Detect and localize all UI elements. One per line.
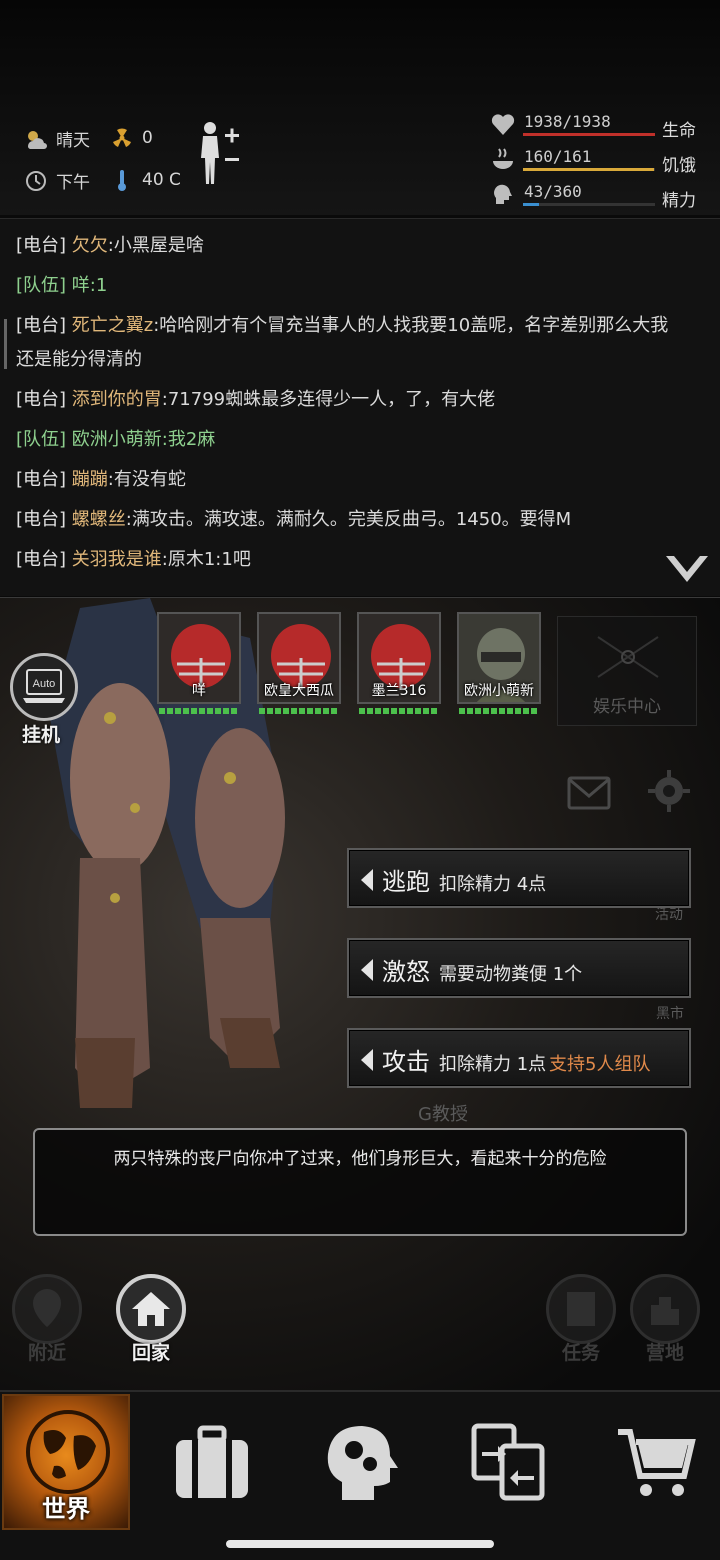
gear-icon[interactable]	[646, 768, 692, 814]
party-member[interactable]: 墨兰316	[357, 612, 441, 720]
camp-button[interactable]	[630, 1274, 700, 1344]
radiation-icon	[110, 126, 134, 150]
home-indicator[interactable]	[226, 1540, 494, 1548]
location-pin-icon	[33, 1289, 61, 1327]
battle-message-box: 两只特殊的丧尸向你冲了过来，他们身形巨大，看起来十分的危险	[33, 1128, 687, 1236]
vital-health: 1938/1938 生命	[490, 112, 705, 142]
tasks-button[interactable]	[546, 1274, 616, 1344]
party-member[interactable]: 欧皇大西瓜	[257, 612, 341, 720]
time-status: 下午	[24, 168, 90, 193]
weather-status: 晴天	[24, 126, 90, 151]
nearby-label: 附近	[27, 1342, 66, 1364]
health-bar	[523, 133, 655, 136]
go-home-label: 回家	[131, 1342, 170, 1364]
energy-head-icon	[494, 184, 512, 204]
radiation-status: 0	[110, 126, 153, 150]
svg-text:Auto: Auto	[33, 678, 56, 690]
camp-label: 营地	[645, 1342, 684, 1364]
backpack-suitcase-icon[interactable]	[170, 1420, 254, 1504]
party-member[interactable]: 欧洲小萌新	[457, 612, 541, 720]
energy-bar	[523, 203, 655, 206]
entertainment-icon	[597, 636, 659, 678]
task-list-icon	[567, 1292, 595, 1326]
chat-line: [电台] 添到你的胃:71799蜘蛛最多连得少一人，了，有大佬	[16, 389, 496, 410]
chat-line: [队伍] 欧洲小萌新:我2麻	[16, 429, 216, 450]
chat-collapse-chevron-icon[interactable]	[664, 552, 710, 586]
go-home-button[interactable]	[116, 1274, 186, 1344]
chat-line: [电台] 螺螺丝:满攻击。满攻速。满耐久。完美反曲弓。1450。要得M	[16, 509, 572, 530]
thermometer-icon	[110, 168, 134, 192]
enrage-button[interactable]: 激怒 需要动物粪便 1个	[347, 938, 691, 998]
battle-scene: Auto 挂机 咩 欧皇大西瓜 墨兰316 欧洲小萌新 娱乐中心 活动 黑市 G…	[0, 597, 720, 1390]
chat-line: [电台] 蹦蹦:有没有蛇	[16, 469, 186, 490]
mail-icon[interactable]	[567, 776, 611, 810]
tasks-label: 任务	[561, 1342, 600, 1364]
entertainment-center-button[interactable]: 娱乐中心	[557, 616, 697, 726]
attack-button[interactable]: 攻击 扣除精力 1点 支持5人组队	[347, 1028, 691, 1088]
party-member[interactable]: 咩	[157, 612, 241, 720]
clock-icon	[24, 169, 48, 193]
party-hp-bar	[359, 708, 439, 714]
bottom-nav: 世界	[0, 1390, 720, 1560]
left-arrow-icon	[361, 959, 373, 981]
chat-line: [电台] 死亡之翼z:哈哈刚才有个冒充当事人的人找我要10盖呢，名字差别那么大我…	[16, 315, 669, 370]
left-arrow-icon	[361, 869, 373, 891]
party-hp-bar	[259, 708, 339, 714]
skills-head-icon[interactable]	[318, 1420, 402, 1504]
chat-line: [队伍] 咩:1	[16, 275, 108, 296]
professor-label: G教授	[418, 1104, 468, 1125]
flee-button[interactable]: 逃跑 扣除精力 4点	[347, 848, 691, 908]
status-bar: 晴天 0 下午 40 C 1938/1938 生命 160/161 饥饿 43/…	[0, 0, 720, 215]
home-icon	[132, 1292, 170, 1326]
temperature-status: 40 C	[110, 168, 181, 192]
black-market-label: 黑市	[656, 1006, 684, 1022]
food-bowl-icon	[493, 148, 513, 169]
nearby-button[interactable]	[12, 1274, 82, 1344]
chat-line: [电台] 关羽我是谁:原木1:1吧	[16, 549, 251, 570]
heart-icon	[491, 114, 515, 135]
chat-line: [电台] 欠欠:小黑屋是啥	[16, 235, 204, 256]
vital-hunger: 160/161 饥饿	[490, 147, 705, 177]
auto-battle-label: 挂机	[22, 724, 61, 746]
hunger-bar	[523, 168, 655, 171]
auto-battle-button[interactable]: Auto	[10, 653, 78, 721]
chat-scroll-indicator	[4, 319, 7, 369]
body-status-button[interactable]	[195, 120, 245, 190]
left-arrow-icon	[361, 1049, 373, 1071]
shopping-cart-icon[interactable]	[614, 1420, 698, 1504]
body-figure-icon	[201, 122, 239, 184]
party-hp-bar	[459, 708, 539, 714]
camp-building-icon	[651, 1297, 679, 1325]
nav-world-tab[interactable]: 世界	[2, 1394, 130, 1530]
chat-panel[interactable]: [电台] 欠欠:小黑屋是啥 [队伍] 咩:1 [电台] 死亡之翼z:哈哈刚才有个…	[0, 218, 720, 596]
vital-energy: 43/360 精力	[490, 182, 705, 212]
party-hp-bar	[159, 708, 239, 714]
sun-cloud-icon	[24, 127, 48, 151]
exchange-cards-icon[interactable]	[466, 1420, 550, 1504]
auto-laptop-icon: Auto	[23, 669, 65, 703]
